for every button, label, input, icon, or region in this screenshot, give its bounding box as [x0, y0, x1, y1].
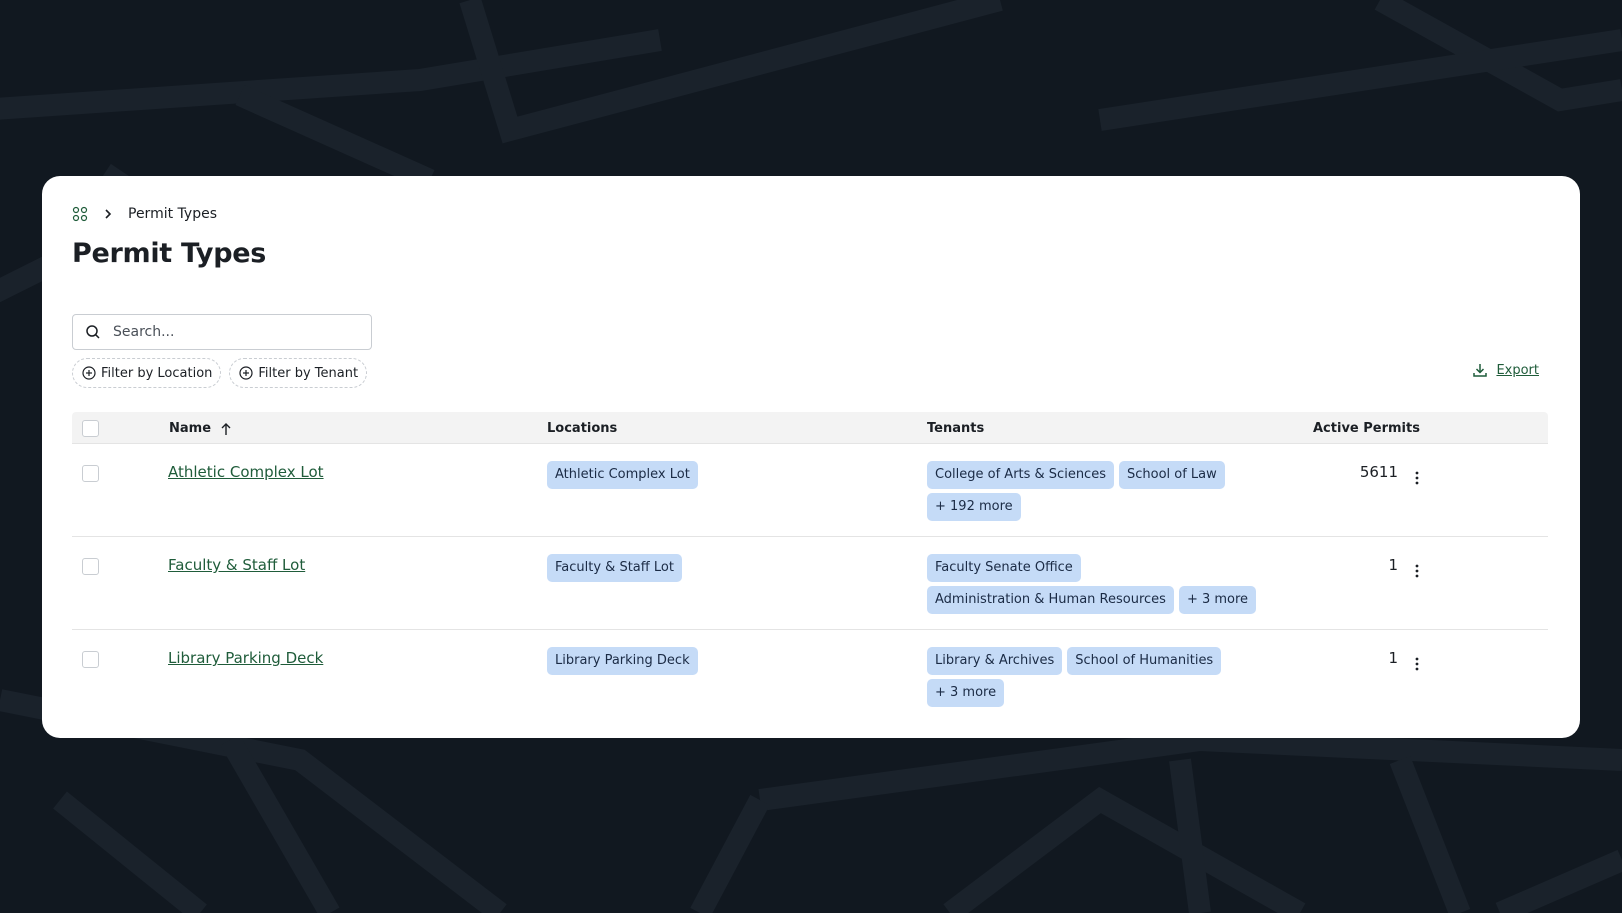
tenant-tags: Faculty Senate Office Administration & H… — [927, 554, 1267, 614]
table-row: Athletic Complex Lot Athletic Complex Lo… — [72, 444, 1548, 537]
location-tag: Athletic Complex Lot — [547, 461, 698, 489]
permit-type-name-link[interactable]: Faculty & Staff Lot — [168, 556, 305, 574]
more-vertical-icon[interactable] — [1407, 656, 1427, 676]
row-checkbox[interactable] — [82, 651, 99, 668]
chevron-right-icon — [104, 207, 114, 221]
column-header-tenants[interactable]: Tenants — [927, 421, 984, 436]
select-all-checkbox[interactable] — [82, 420, 99, 437]
tenant-tag: School of Law — [1118, 461, 1225, 489]
sort-arrow-up-icon — [219, 422, 233, 436]
row-checkbox[interactable] — [82, 558, 99, 575]
tenant-more-tag[interactable]: + 3 more — [1178, 586, 1257, 614]
active-permits-count: 1 — [1388, 649, 1398, 667]
page-title: Permit Types — [72, 238, 267, 269]
table-row: Faculty & Staff Lot Faculty & Staff Lot … — [72, 537, 1548, 630]
tenant-more-tag[interactable]: + 3 more — [927, 679, 1005, 707]
search-box[interactable] — [72, 314, 372, 350]
plus-circle-icon — [82, 366, 96, 380]
filter-by-location-button[interactable]: Filter by Location — [72, 358, 222, 388]
column-header-active-permits[interactable]: Active Permits — [1313, 421, 1420, 436]
more-vertical-icon[interactable] — [1407, 470, 1427, 490]
column-header-locations[interactable]: Locations — [547, 421, 617, 436]
breadcrumb-current: Permit Types — [128, 206, 217, 222]
tenant-tag: College of Arts & Sciences — [927, 461, 1114, 489]
permit-types-table: Name Locations Tenants Active Permits At… — [72, 412, 1548, 723]
tenant-tag: Faculty Senate Office — [927, 554, 1081, 582]
permit-type-name-link[interactable]: Library Parking Deck — [168, 649, 323, 667]
column-header-name[interactable]: Name — [169, 421, 233, 436]
permit-types-card: Permit Types Permit Types Filter by Loca… — [42, 176, 1580, 738]
breadcrumb: Permit Types — [72, 204, 217, 224]
export-label: Export — [1496, 362, 1539, 378]
filter-by-tenant-button[interactable]: Filter by Tenant — [229, 358, 368, 388]
column-header-name-label: Name — [169, 421, 212, 436]
active-permits-count: 5611 — [1359, 463, 1398, 481]
table-row: Library Parking Deck Library Parking Dec… — [72, 630, 1548, 723]
table-header: Name Locations Tenants Active Permits — [72, 412, 1548, 444]
tenant-tags: Library & Archives School of Humanities … — [927, 647, 1267, 707]
tenant-tags: College of Arts & Sciences School of Law… — [927, 461, 1267, 521]
tenant-tag: Administration & Human Resources — [927, 586, 1174, 614]
more-vertical-icon[interactable] — [1407, 563, 1427, 583]
filter-label: Filter by Tenant — [258, 365, 359, 381]
plus-circle-icon — [239, 366, 253, 380]
tenant-more-tag[interactable]: + 192 more — [927, 493, 1021, 521]
search-icon — [85, 324, 101, 340]
row-checkbox[interactable] — [82, 465, 99, 482]
home-grid-icon[interactable] — [72, 206, 88, 222]
filter-bar: Filter by Location Filter by Tenant — [72, 358, 368, 388]
tenant-tag: School of Humanities — [1067, 647, 1222, 675]
export-link[interactable]: Export — [1472, 362, 1539, 378]
tenant-tag: Library & Archives — [927, 647, 1063, 675]
permit-type-name-link[interactable]: Athletic Complex Lot — [168, 463, 324, 481]
search-input[interactable] — [113, 324, 353, 340]
filter-label: Filter by Location — [101, 365, 213, 381]
download-icon — [1472, 362, 1488, 378]
location-tag: Library Parking Deck — [547, 647, 698, 675]
active-permits-count: 1 — [1388, 556, 1398, 574]
location-tag: Faculty & Staff Lot — [547, 554, 682, 582]
